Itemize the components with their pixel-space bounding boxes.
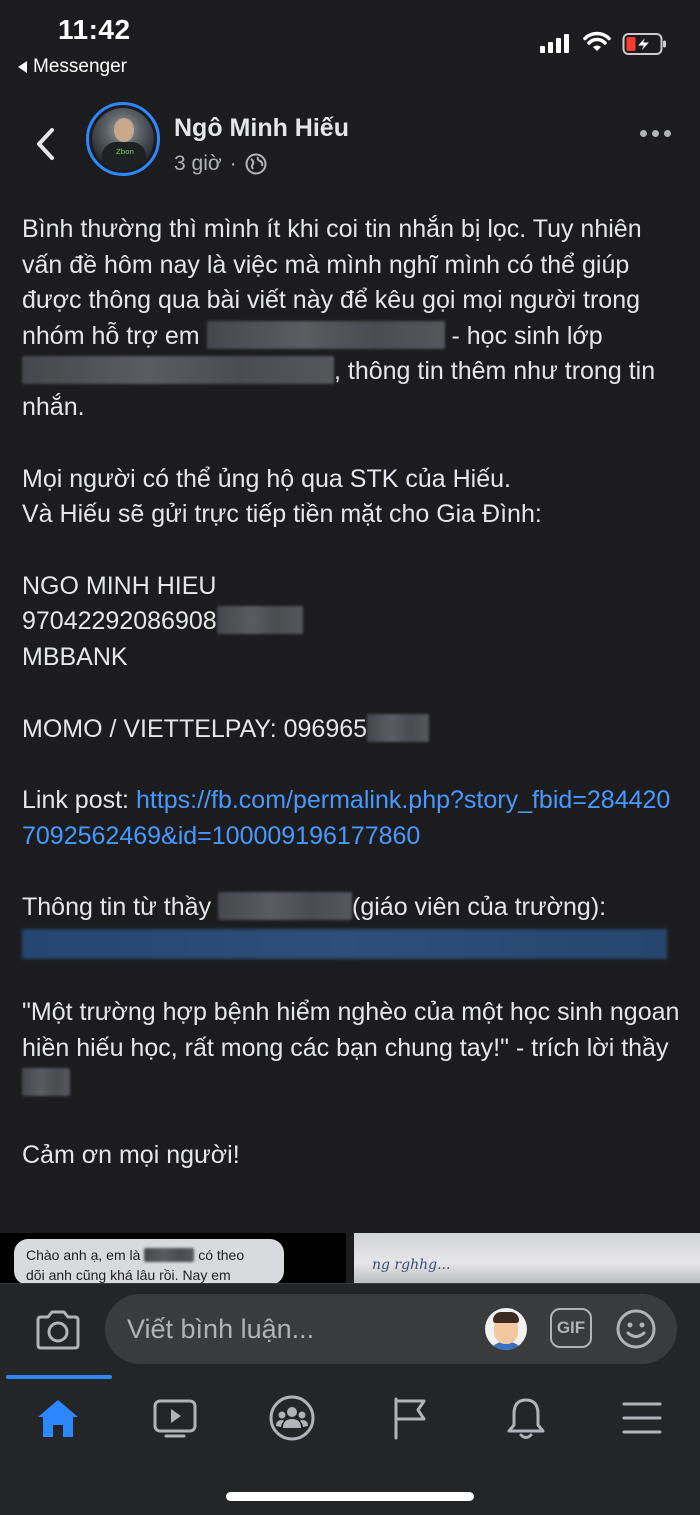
thanks-text: Cảm ơn mọi người! (22, 1140, 240, 1169)
chevron-left-icon (37, 128, 54, 160)
paragraph-intro: Bình thường thì mình ít khi coi tin nhắn… (22, 212, 682, 426)
back-app-label: Messenger (33, 56, 127, 77)
notifications-bell-icon (507, 1398, 545, 1439)
redacted-account-digits (216, 606, 303, 635)
comment-placeholder: Viết bình luận... (127, 1314, 315, 1344)
momo-line: MOMO / VIETTELPAY: 096965 (22, 712, 682, 748)
nav-groups[interactable] (262, 1393, 322, 1443)
momo-number: MOMO / VIETTELPAY: 096965 (22, 714, 368, 743)
author-avatar[interactable]: Zbon (86, 102, 160, 176)
redacted-name (206, 320, 445, 349)
bubble-text-2: dõi anh cũng khá lâu rồi. Nay em (26, 1267, 231, 1283)
bank-name: MBBANK (22, 642, 128, 671)
class-text: học sinh lớp (466, 321, 603, 350)
link-label: Link post: (22, 786, 130, 815)
link-line: Link post: https://fb.com/permalink.php?… (22, 783, 682, 854)
avatar-sticker-icon[interactable] (485, 1308, 527, 1350)
back-to-app-button[interactable]: Messenger (18, 56, 127, 78)
image-thumbnail-message[interactable]: Chào anh ạ, em là có theo dõi anh cũng k… (0, 1233, 346, 1283)
nav-home[interactable] (28, 1393, 88, 1443)
comment-bar: Viết bình luận... GIF (0, 1283, 700, 1375)
account-number-line: 97042292086908 (22, 604, 682, 640)
nav-watch[interactable] (145, 1393, 205, 1443)
menu-icon (622, 1402, 662, 1434)
redacted-teacher-name (218, 892, 353, 921)
handwriting-scribble: ng rghhg... (372, 1257, 451, 1273)
author-name[interactable]: Ngô Minh Hiếu (174, 114, 349, 143)
message-bubble: Chào anh ạ, em là có theo dõi anh cũng k… (14, 1239, 284, 1283)
attached-images: Chào anh ạ, em là có theo dõi anh cũng k… (0, 1233, 700, 1283)
battery-charging-low-icon (622, 33, 666, 55)
home-icon (38, 1400, 78, 1437)
account-name: NGO MINH HIEU (22, 571, 217, 600)
bubble-text-1b: có theo (198, 1247, 245, 1263)
teacher-role: (giáo viên của trường): (352, 893, 607, 922)
meta-separator: · (229, 152, 237, 175)
account-number: 97042292086908 (22, 607, 217, 636)
more-options-button[interactable] (640, 130, 671, 137)
post-time: 3 giờ (174, 152, 222, 175)
image-thumbnail-document[interactable]: ng rghhg... (354, 1233, 700, 1283)
redacted-teacher-short (22, 1068, 70, 1097)
status-time: 11:42 (58, 14, 131, 45)
back-triangle-icon (18, 61, 27, 73)
redacted-link[interactable] (22, 928, 667, 959)
globe-icon (245, 153, 267, 175)
support-line-2: Và Hiếu sẽ gửi trực tiếp tiền mặt cho Gi… (22, 500, 542, 529)
smile-icon[interactable] (615, 1308, 657, 1350)
bubble-text-1: Chào anh ạ, em là (26, 1247, 141, 1263)
support-line-1: Mọi người có thể ủng hộ qua STK của Hiếu… (22, 464, 511, 493)
pages-flag-icon (394, 1397, 426, 1440)
teacher-line: Thông tin từ thầy (giáo viên của trường)… (22, 890, 682, 926)
quote-text: "Một trường hợp bệnh hiểm nghèo của một … (22, 997, 680, 1062)
nav-pages[interactable] (380, 1393, 440, 1443)
status-bar: 11:42 Messenger (0, 0, 700, 90)
back-button[interactable] (28, 124, 62, 164)
home-indicator[interactable] (226, 1492, 474, 1501)
redacted-class (22, 356, 334, 385)
teacher-text: Thông tin từ thầy (22, 893, 212, 922)
gif-button[interactable]: GIF (550, 1308, 592, 1348)
comment-input[interactable]: Viết bình luận... GIF (105, 1294, 677, 1364)
dash-text: - (451, 321, 460, 350)
camera-icon[interactable] (34, 1308, 82, 1352)
redacted-phone-digits (367, 713, 430, 742)
quote-paragraph: "Một trường hợp bệnh hiểm nghèo của một … (22, 995, 682, 1102)
nav-menu[interactable] (612, 1393, 672, 1443)
signal-bars-icon (540, 33, 569, 53)
nav-notifications[interactable] (496, 1393, 556, 1443)
groups-icon (269, 1395, 315, 1441)
active-tab-indicator (6, 1375, 112, 1379)
wifi-icon (583, 31, 611, 51)
post-header: Zbon Ngô Minh Hiếu 3 giờ · (0, 100, 700, 190)
post-meta: 3 giờ · (174, 152, 267, 176)
watch-icon (153, 1399, 197, 1438)
redacted-bubble-name (144, 1248, 195, 1262)
post-body: Bình thường thì mình ít khi coi tin nhắn… (22, 212, 682, 1173)
